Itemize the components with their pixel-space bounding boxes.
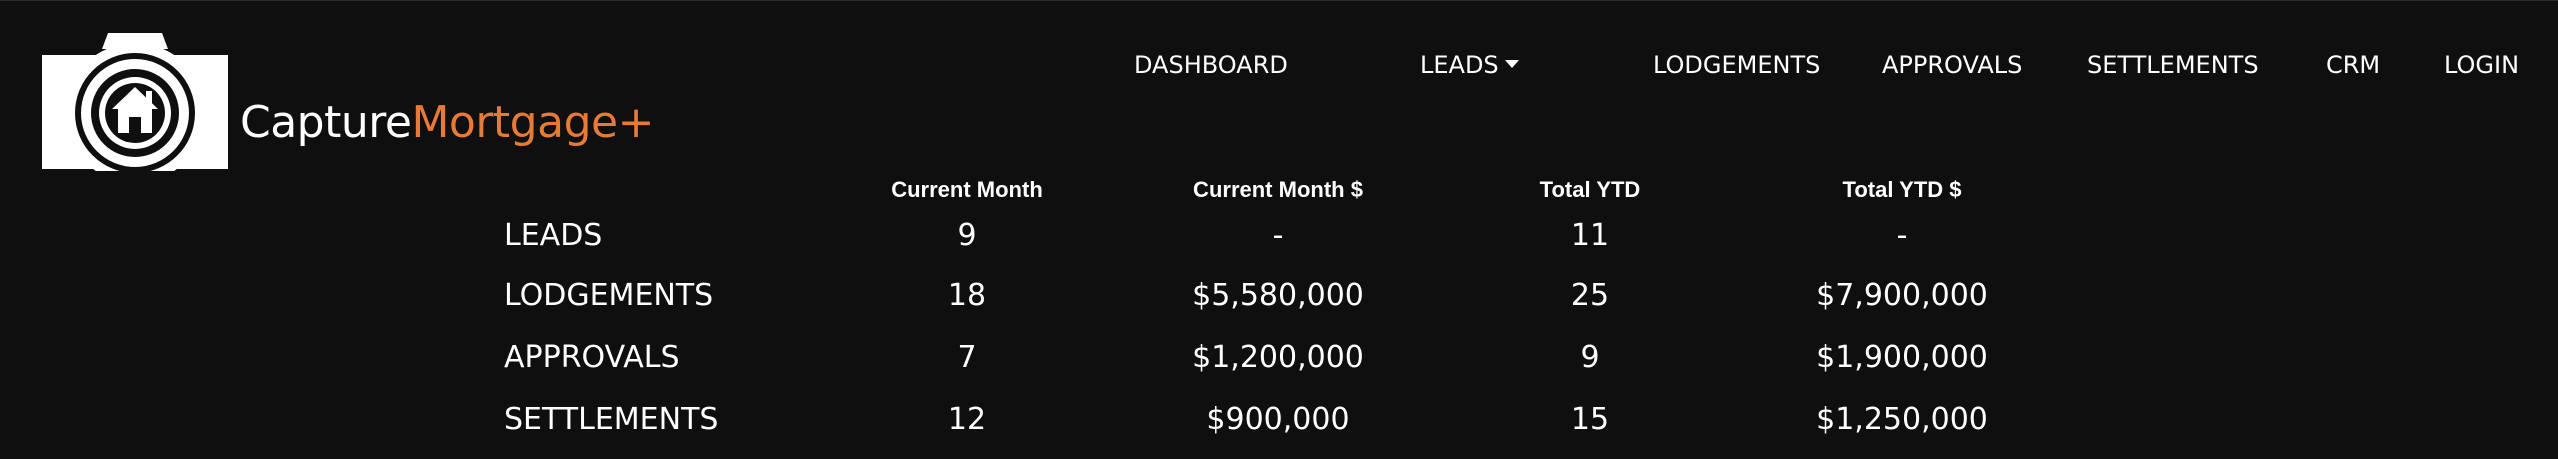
table-cell: $5,580,000	[1192, 278, 1364, 313]
table-cell: $1,200,000	[1192, 340, 1364, 375]
page: CaptureMortgage+ DASHBOARD LEADS LODGEME…	[0, 0, 2558, 458]
row-label-approvals: APPROVALS	[504, 340, 680, 375]
column-header-total-ytd: Total YTD	[1539, 177, 1641, 202]
table-cell: $1,250,000	[1816, 402, 1988, 437]
row-label-settlements: SETTLEMENTS	[504, 402, 719, 437]
row-label-leads: LEADS	[504, 218, 603, 253]
stats-table: Current Month Current Month $ Total YTD …	[0, 1, 2558, 459]
column-header-current-month: Current Month	[891, 177, 1043, 202]
table-cell: $7,900,000	[1816, 278, 1988, 313]
column-header-total-ytd-dollars: Total YTD $	[1842, 177, 1962, 202]
column-header-current-month-dollars: Current Month $	[1193, 177, 1363, 202]
table-cell: -	[1896, 218, 1908, 253]
row-label-lodgements: LODGEMENTS	[504, 278, 714, 313]
table-cell: 9	[957, 218, 977, 253]
table-cell: 7	[957, 340, 977, 375]
table-cell: $900,000	[1206, 402, 1350, 437]
table-cell: 9	[1580, 340, 1600, 375]
table-cell: 15	[1570, 402, 1610, 437]
table-cell: 25	[1570, 278, 1610, 313]
table-cell: 12	[947, 402, 987, 437]
table-cell: -	[1272, 218, 1284, 253]
table-cell: $1,900,000	[1816, 340, 1988, 375]
table-cell: 18	[947, 278, 987, 313]
table-cell: 11	[1570, 218, 1610, 253]
